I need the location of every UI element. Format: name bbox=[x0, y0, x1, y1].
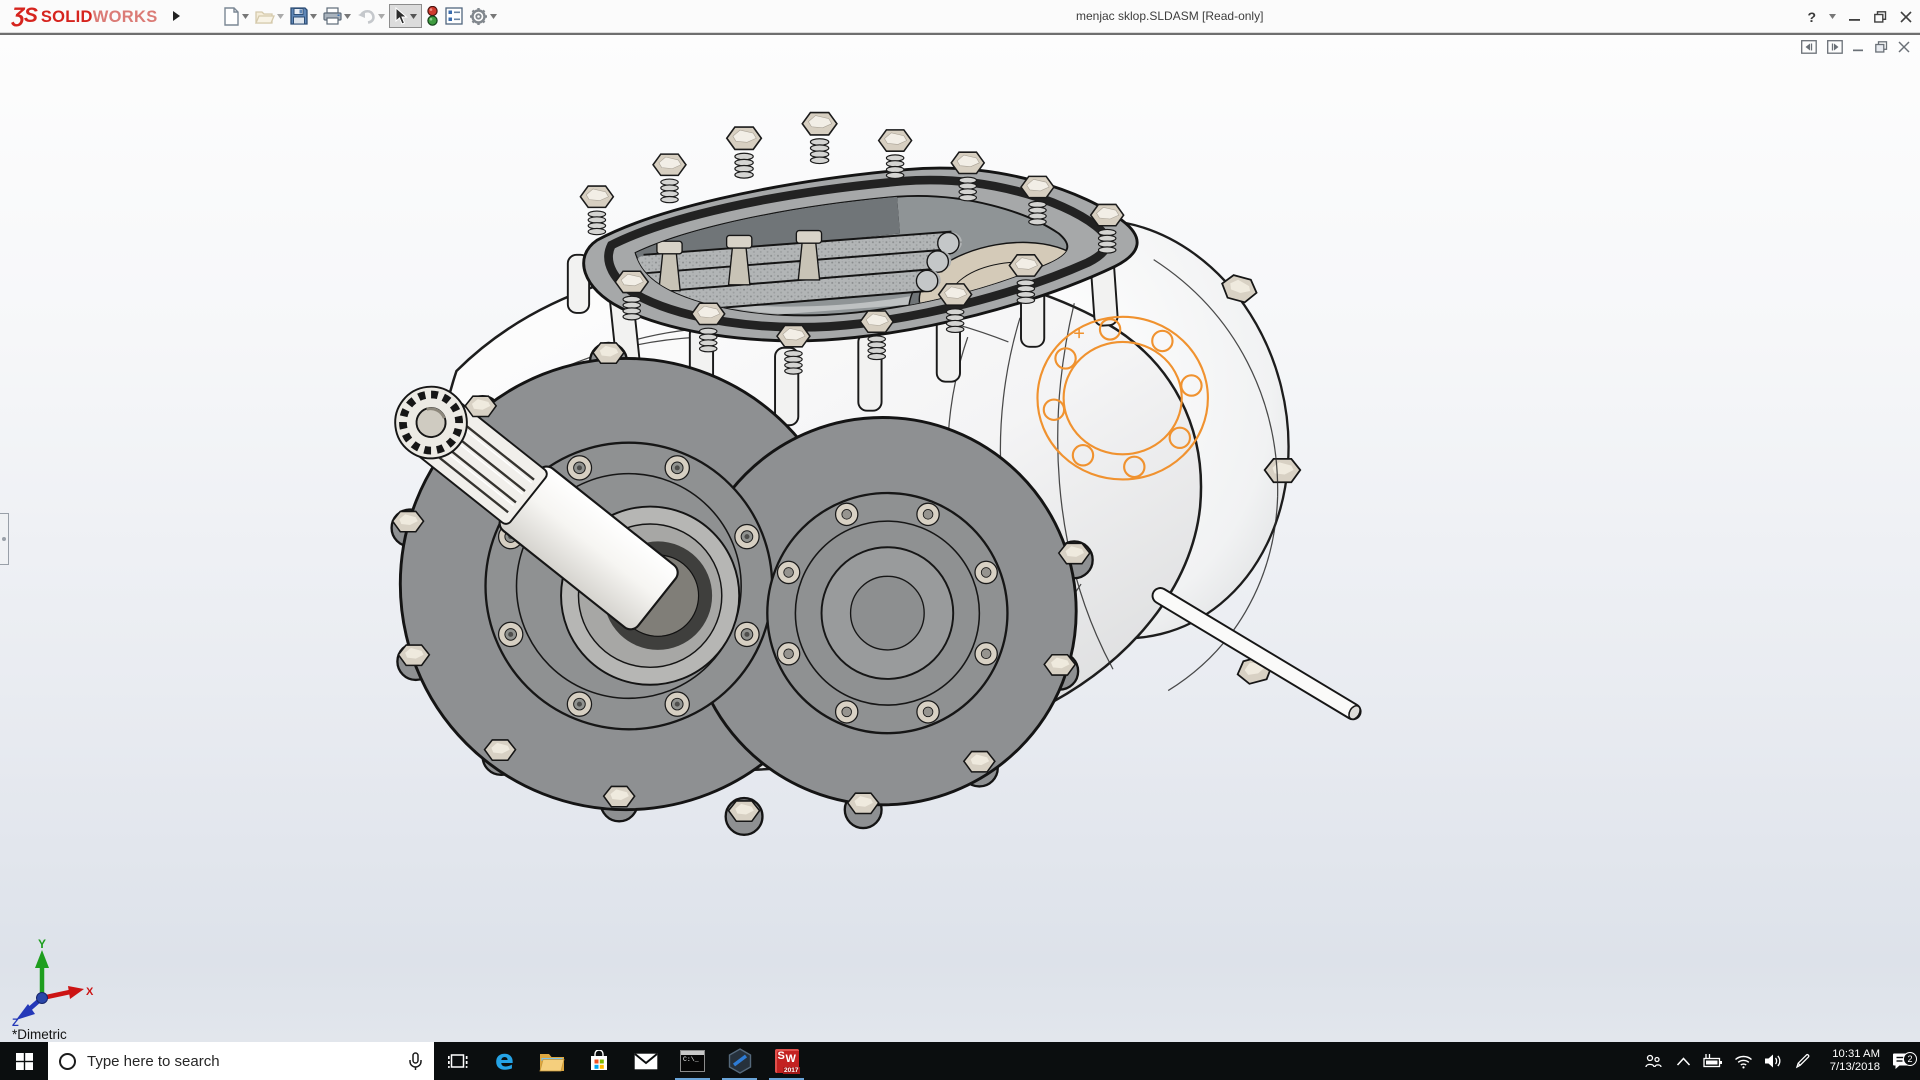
close-button[interactable] bbox=[1900, 11, 1912, 23]
printer-icon bbox=[323, 7, 342, 25]
new-document-button[interactable] bbox=[221, 4, 251, 29]
print-button[interactable] bbox=[321, 4, 353, 28]
feature-manager-collapsed-tab[interactable] bbox=[0, 513, 9, 565]
output-shaft-thin[interactable] bbox=[1150, 585, 1364, 722]
solidworks-2017-icon: S W 2017 bbox=[774, 1048, 800, 1074]
options-gear-icon bbox=[469, 7, 488, 26]
hexagon-app-icon bbox=[728, 1048, 752, 1074]
help-caret-icon[interactable] bbox=[1829, 14, 1836, 19]
next-window-button[interactable] bbox=[1827, 40, 1843, 54]
command-prompt-icon: C:\_ bbox=[680, 1050, 705, 1072]
rebuild-button[interactable] bbox=[424, 3, 441, 29]
titlebar: ƷS SOLID WORKS bbox=[0, 0, 1920, 33]
taskbar-file-explorer[interactable] bbox=[528, 1042, 575, 1080]
tray-clock[interactable]: 10:31 AM 7/13/2018 bbox=[1818, 1048, 1882, 1075]
tray-battery-button[interactable] bbox=[1698, 1042, 1728, 1080]
graphics-viewport[interactable]: Y X Z *Dimetric bbox=[0, 33, 1920, 1042]
doc-minimize-button[interactable] bbox=[1853, 41, 1865, 53]
windows-taskbar: e C:\_ bbox=[0, 1042, 1920, 1080]
clock-date: 7/13/2018 bbox=[1818, 1061, 1880, 1075]
previous-window-button[interactable] bbox=[1801, 40, 1817, 54]
file-properties-button[interactable] bbox=[443, 4, 465, 28]
tray-network-button[interactable] bbox=[1728, 1042, 1758, 1080]
select-tool-button[interactable] bbox=[389, 4, 422, 28]
task-view-button[interactable] bbox=[434, 1042, 481, 1080]
open-button[interactable] bbox=[253, 5, 286, 28]
view-orientation-label: *Dimetric bbox=[12, 1027, 67, 1042]
people-icon bbox=[1644, 1053, 1662, 1069]
restore-button[interactable] bbox=[1874, 11, 1887, 23]
battery-charging-icon bbox=[1703, 1053, 1723, 1069]
taskbar-store[interactable] bbox=[575, 1042, 622, 1080]
document-window-controls bbox=[1801, 40, 1910, 54]
minimize-button[interactable] bbox=[1849, 11, 1861, 23]
help-button[interactable]: ? bbox=[1807, 9, 1816, 25]
undo-button[interactable] bbox=[355, 6, 387, 27]
start-button[interactable] bbox=[0, 1042, 48, 1080]
action-center-button[interactable]: 2 bbox=[1882, 1052, 1920, 1070]
taskbar-hexagon-app[interactable] bbox=[716, 1042, 763, 1080]
taskbar-solidworks[interactable]: S W 2017 bbox=[763, 1042, 810, 1080]
doc-restore-button[interactable] bbox=[1875, 41, 1888, 53]
rebuild-stoplight-icon bbox=[426, 6, 439, 26]
options-button[interactable] bbox=[467, 4, 499, 29]
doc-close-button[interactable] bbox=[1898, 41, 1910, 53]
search-input[interactable] bbox=[87, 1053, 397, 1070]
new-document-icon bbox=[223, 7, 240, 26]
triad-y-label: Y bbox=[38, 938, 46, 951]
windows-logo-icon bbox=[16, 1053, 33, 1070]
tray-people-button[interactable] bbox=[1638, 1042, 1668, 1080]
save-floppy-icon bbox=[290, 7, 308, 25]
file-explorer-icon bbox=[539, 1051, 565, 1072]
cortana-icon bbox=[59, 1053, 76, 1070]
windows-ink-pen-icon bbox=[1795, 1053, 1811, 1069]
taskbar-search-box[interactable] bbox=[48, 1042, 434, 1080]
solidworks-window: ƷS SOLID WORKS bbox=[0, 0, 1920, 1080]
dropdown-caret-icon[interactable] bbox=[344, 14, 351, 19]
triad-x-label: X bbox=[86, 986, 94, 998]
orientation-triad: Y X Z bbox=[4, 938, 100, 1026]
triad-z-label: Z bbox=[12, 1017, 19, 1026]
clock-time: 10:31 AM bbox=[1818, 1048, 1880, 1062]
ds-logo-mark: ƷS bbox=[12, 4, 37, 28]
right-flange[interactable] bbox=[767, 493, 1007, 733]
3d-model-gearbox-assembly[interactable] bbox=[0, 35, 1920, 1042]
flyout-arrow-icon bbox=[172, 10, 181, 22]
wifi-icon bbox=[1734, 1054, 1753, 1069]
task-view-icon bbox=[448, 1052, 468, 1070]
dropdown-caret-icon[interactable] bbox=[277, 14, 284, 19]
microsoft-store-icon bbox=[588, 1050, 610, 1072]
tray-volume-button[interactable] bbox=[1758, 1042, 1788, 1080]
open-folder-icon bbox=[255, 8, 275, 25]
save-button[interactable] bbox=[288, 4, 319, 28]
dropdown-caret-icon[interactable] bbox=[410, 14, 417, 19]
select-cursor-icon bbox=[394, 7, 408, 25]
system-tray: 10:31 AM 7/13/2018 2 bbox=[1638, 1042, 1920, 1080]
dropdown-caret-icon[interactable] bbox=[310, 14, 317, 19]
menu-flyout-arrow[interactable] bbox=[172, 10, 181, 22]
dropdown-caret-icon[interactable] bbox=[378, 14, 385, 19]
tray-overflow-button[interactable] bbox=[1668, 1042, 1698, 1080]
notification-badge: 2 bbox=[1903, 1052, 1917, 1066]
tray-pen-button[interactable] bbox=[1788, 1042, 1818, 1080]
file-properties-icon bbox=[445, 7, 463, 25]
microphone-icon[interactable] bbox=[408, 1052, 423, 1071]
dropdown-caret-icon[interactable] bbox=[242, 14, 249, 19]
chevron-up-icon bbox=[1676, 1057, 1691, 1066]
mail-icon bbox=[634, 1053, 658, 1070]
edge-icon: e bbox=[495, 1046, 514, 1074]
taskbar-edge[interactable]: e bbox=[481, 1042, 528, 1080]
window-title: menjac sklop.SLDASM [Read-only] bbox=[1076, 9, 1263, 23]
dropdown-caret-icon[interactable] bbox=[490, 14, 497, 19]
titlebar-controls: ? bbox=[1807, 0, 1912, 33]
speaker-icon bbox=[1764, 1053, 1782, 1069]
taskbar-command-prompt[interactable]: C:\_ bbox=[669, 1042, 716, 1080]
quick-access-toolbar bbox=[221, 3, 501, 29]
undo-arrow-icon bbox=[357, 9, 376, 24]
taskbar-mail[interactable] bbox=[622, 1042, 669, 1080]
solidworks-logo: ƷS SOLID WORKS bbox=[12, 4, 158, 28]
